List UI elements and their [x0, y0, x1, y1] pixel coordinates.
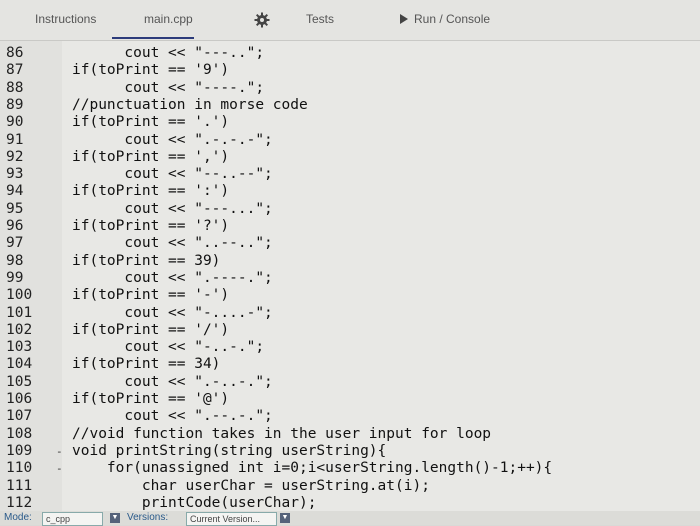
code-text: cout << "---.."; — [72, 45, 265, 61]
tab-main-cpp[interactable]: main.cpp — [144, 8, 193, 30]
gear-icon — [254, 12, 270, 28]
code-text: cout << "----."; — [72, 79, 265, 96]
code-text: //punctuation in morse code — [72, 96, 308, 113]
tab-bar: Instructions main.cpp Tests Run / Consol… — [0, 0, 700, 41]
mode-select[interactable]: c_cpp — [42, 512, 103, 526]
code-text: char userChar = userString.at(i); — [72, 477, 430, 494]
tab-run-console-label: Run / Console — [414, 12, 491, 26]
line-number: 103 — [6, 339, 33, 356]
code-text: if(toPrint == ',') — [72, 148, 230, 165]
code-text: for(unassigned int i=0;i<userString.leng… — [72, 460, 553, 477]
line-number: 102 — [6, 321, 33, 338]
line-number: 96 — [6, 218, 24, 234]
play-icon — [400, 14, 408, 24]
code-text: cout << ".----."; — [72, 269, 273, 286]
code-text: if(toPrint == '/') — [72, 321, 230, 338]
code-text: if(toPrint == 39) — [72, 252, 221, 269]
line-number: 106 — [6, 391, 33, 407]
versions-label: Versions: — [127, 512, 169, 523]
status-bar: Mode: c_cpp ▼ Versions: Current Version.… — [0, 511, 700, 526]
tab-instructions[interactable]: Instructions — [35, 8, 96, 30]
mode-label: Mode: — [4, 512, 32, 523]
code-text: cout << "--..--"; — [72, 166, 273, 183]
chevron-down-icon[interactable]: ▼ — [110, 513, 120, 523]
line-number: 109 — [6, 442, 33, 459]
versions-select[interactable]: Current Version... — [186, 512, 277, 526]
tab-tests-label: Tests — [306, 12, 335, 26]
fold-marker[interactable]: - — [56, 460, 63, 477]
code-text: if(toPrint == ':') — [72, 183, 230, 200]
line-number: 95 — [6, 200, 24, 217]
tab-main-cpp-label: main.cpp — [144, 12, 193, 26]
line-number: 90 — [6, 114, 24, 131]
line-number: 88 — [6, 79, 24, 96]
tab-instructions-label: Instructions — [35, 12, 97, 26]
line-number: 110 — [6, 460, 33, 477]
line-number: 92 — [6, 148, 24, 165]
line-number: 93 — [6, 166, 24, 183]
code-text: if(toPrint == '@') — [72, 391, 230, 407]
code-text: cout << ".--.-."; — [72, 408, 273, 425]
code-text: if(toPrint == 34) — [72, 356, 221, 373]
line-number: 107 — [6, 408, 33, 425]
active-tab-indicator — [112, 37, 194, 39]
settings-button[interactable] — [254, 9, 270, 31]
code-text: if(toPrint == '.') — [72, 114, 230, 131]
line-number: 111 — [6, 477, 33, 494]
line-number: 89 — [6, 96, 24, 113]
line-number: 101 — [6, 304, 33, 321]
line-number: 98 — [6, 252, 24, 269]
code-text: cout << "---..."; — [72, 200, 273, 217]
line-number: 105 — [6, 373, 33, 390]
tab-tests[interactable]: Tests — [306, 8, 334, 30]
code-text: cout << "-....-"; — [72, 304, 273, 321]
code-text: //void function takes in the user input … — [72, 425, 492, 442]
code-text: printCode(userChar); — [72, 494, 317, 511]
code-editor[interactable]: 86 cout << "---.."; 87 if(toPrint == '9') 8… — [0, 41, 700, 511]
line-number: 100 — [6, 287, 33, 304]
tab-run-console[interactable]: Run / Console — [400, 8, 490, 30]
line-number: 87 — [6, 62, 24, 79]
line-number: 94 — [6, 183, 24, 200]
line-number: 112 — [6, 494, 33, 511]
code-text: cout << ".-..-."; — [72, 373, 273, 390]
line-number: 86 — [6, 45, 24, 61]
code-text: cout << "-..-."; — [72, 339, 265, 356]
line-number: 99 — [6, 269, 24, 286]
chevron-down-icon[interactable]: ▼ — [280, 513, 290, 523]
code-text: if(toPrint == '?') — [72, 218, 230, 234]
code-text: cout << "..--.."; — [72, 235, 273, 252]
fold-marker[interactable]: - — [56, 443, 63, 460]
line-number: 91 — [6, 131, 24, 148]
line-number: 97 — [6, 235, 24, 252]
line-number: 108 — [6, 425, 33, 442]
code-text: if(toPrint == '9') — [72, 62, 230, 79]
code-text: void printString(string userString){ — [72, 442, 387, 459]
code-text: cout << ".-.-.-"; — [72, 131, 273, 148]
line-number: 104 — [6, 356, 33, 373]
code-text: if(toPrint == '-') — [72, 287, 230, 304]
